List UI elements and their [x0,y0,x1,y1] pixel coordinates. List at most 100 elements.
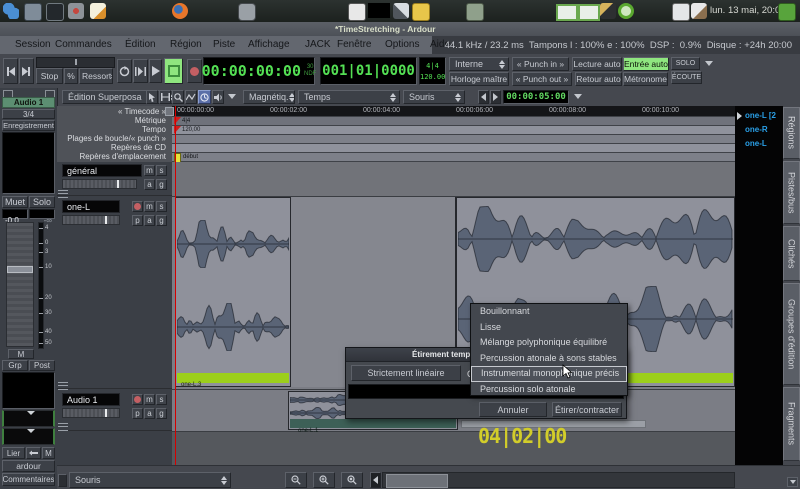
region-list-item[interactable]: one-R [745,123,783,137]
ruler-lane-metrique[interactable]: 4|4 [172,117,735,126]
audio-region[interactable]: one-L.3 [175,197,291,387]
strip-mute-button[interactable]: Muet [2,196,28,208]
track-fader-audio1[interactable] [62,408,120,418]
stretch-button[interactable]: Étirer/contracter [552,402,622,417]
nudge-back-button[interactable] [478,90,489,104]
region-list-item[interactable]: one-L [2 [745,109,783,123]
loop-button[interactable] [117,59,132,83]
gain-display[interactable]: -0.0 [2,209,28,219]
region-name-bar[interactable]: one-L.1 [290,419,456,428]
primary-clock[interactable]: 00:00:00:00 30NDF [203,57,315,85]
ruler-lane-punch[interactable] [172,135,735,144]
notification-window-icon[interactable] [368,3,390,18]
punch-in-button[interactable]: « Punch in » [512,57,569,71]
track-fader-one-l[interactable] [62,215,120,225]
track-resize-grip[interactable] [58,423,68,431]
editor-canvas[interactable]: one-L.3 one-L.1 04|02|00 [172,162,735,465]
stop-button[interactable] [164,58,183,84]
zoom-in-button[interactable] [313,472,335,488]
auto-input-button[interactable]: Entrée auto [623,57,669,71]
playlist-button-audio1[interactable]: p [132,408,143,419]
strip-solo-button[interactable]: Solo [29,196,55,208]
folder-icon[interactable] [412,3,430,21]
master-clock-button[interactable]: Horloge maître [449,72,509,86]
ardour-output-button[interactable]: ardour [2,460,55,472]
cancel-button[interactable]: Annuler [479,402,547,417]
playlist-button-one-l[interactable]: p [132,215,143,226]
fader-handle[interactable] [7,266,33,273]
solo-button-audio1[interactable]: s [156,394,167,405]
menu-jack[interactable]: JACK [305,39,331,50]
record-button[interactable] [187,59,202,83]
region-name-bar[interactable]: one-L.3 [177,373,289,383]
firefox-icon[interactable] [172,3,188,19]
meter-tempo-box[interactable]: 4|4 120.00 [419,57,446,85]
shuttle-percent-button[interactable]: % [64,68,78,84]
menu-affichage[interactable]: Affichage [248,39,290,50]
track-name-general[interactable]: général [62,164,142,177]
menu-session[interactable]: Session [15,39,51,50]
battery-icon[interactable] [348,3,366,21]
ruler-lane-cd[interactable] [172,144,735,153]
track-name-one-l[interactable]: one-L [62,200,120,213]
play-button[interactable] [149,59,162,83]
bottom-corner-button[interactable] [58,474,67,487]
menu-item-percussion-atonale[interactable]: Percussion atonale à sons stables [471,351,627,367]
menu-item-instrumental[interactable]: Instrumental monophonique précis [471,366,627,382]
corner-expander-button[interactable] [787,477,798,487]
nudge-forward-button[interactable] [490,90,501,104]
panner-link-direction-button[interactable] [26,447,41,459]
track-header-audio1[interactable]: Audio 1 m s p a g [57,389,172,431]
peak-display[interactable]: -∞ [29,209,55,219]
scroll-left-button[interactable] [370,472,381,488]
edit-point-combo[interactable]: Souris [403,90,465,104]
menu-item-melange[interactable]: Mélange polyphonique équilibré [471,335,627,351]
comments-button[interactable]: Commentaires [2,473,55,486]
tab-groupes-edition[interactable]: Groupes d'édition [783,283,800,385]
snap-unit-combo[interactable]: Temps [298,90,400,104]
solo-button-one-l[interactable]: s [156,201,167,212]
mute-button-audio1[interactable]: m [144,394,155,405]
auto-play-button[interactable]: Lecture auto [572,57,622,71]
metronome-button[interactable]: Métronome [623,72,668,86]
zoom-focus-combo[interactable]: Souris [69,472,231,488]
shuttle-mode-combo[interactable]: Ressort [79,68,113,84]
ruler-lane-timecode[interactable]: 00:00:00:00 00:00:02:00 00:00:04:00 00:0… [172,106,735,117]
play-range-button[interactable] [133,59,148,83]
workspace-switcher-1[interactable] [556,4,578,21]
group-button-one-l[interactable]: g [156,215,167,226]
text-editor-icon[interactable] [90,3,106,19]
edit-clock[interactable]: 00:00:05:00 [503,90,569,104]
track-header-general[interactable]: général m s a g [57,162,172,196]
menu-item-lisse[interactable]: Lisse [471,320,627,336]
chevron-down-icon[interactable] [228,94,236,99]
tool-audition-button[interactable] [212,90,224,104]
listen-button[interactable]: ÉCOUTE [671,71,702,84]
strip-name-button[interactable]: Audio 1 [2,97,55,108]
punch-out-button[interactable]: « Punch out » [512,72,572,86]
cd-burner-icon[interactable] [68,3,84,19]
track-name-audio1[interactable]: Audio 1 [62,393,120,406]
rec-button-one-l[interactable] [132,201,143,212]
goto-start-button[interactable] [3,58,18,84]
track-header-one-l[interactable]: one-L m s p a g [57,196,172,389]
clipboard-icon[interactable] [672,3,690,21]
group-button-audio1[interactable]: g [156,408,167,419]
panner-left[interactable] [2,410,55,427]
window-titlebar[interactable]: *TimeStretching - Ardour [0,22,800,37]
ruler-corner-button[interactable] [165,107,174,116]
menu-commandes[interactable]: Commandes [55,39,112,50]
strip-mono-button[interactable]: M [8,349,34,359]
strip-processor-box-post[interactable] [2,372,55,409]
tool-timefx-button[interactable] [198,90,211,104]
region-list[interactable]: one-L [2 one-R one-L [735,106,783,465]
mute-button-general[interactable]: m [144,165,155,176]
automation-button-general[interactable]: a [144,179,155,190]
gain-fader[interactable] [6,222,34,347]
goto-end-button[interactable] [19,58,34,84]
shuttle-stop-button[interactable]: Stop [36,68,63,84]
footprints-icon[interactable] [3,3,19,19]
tool-zoom-button[interactable] [172,90,184,104]
tab-regions[interactable]: Régions [783,107,800,159]
panner-link-button[interactable]: Lier [2,447,25,459]
